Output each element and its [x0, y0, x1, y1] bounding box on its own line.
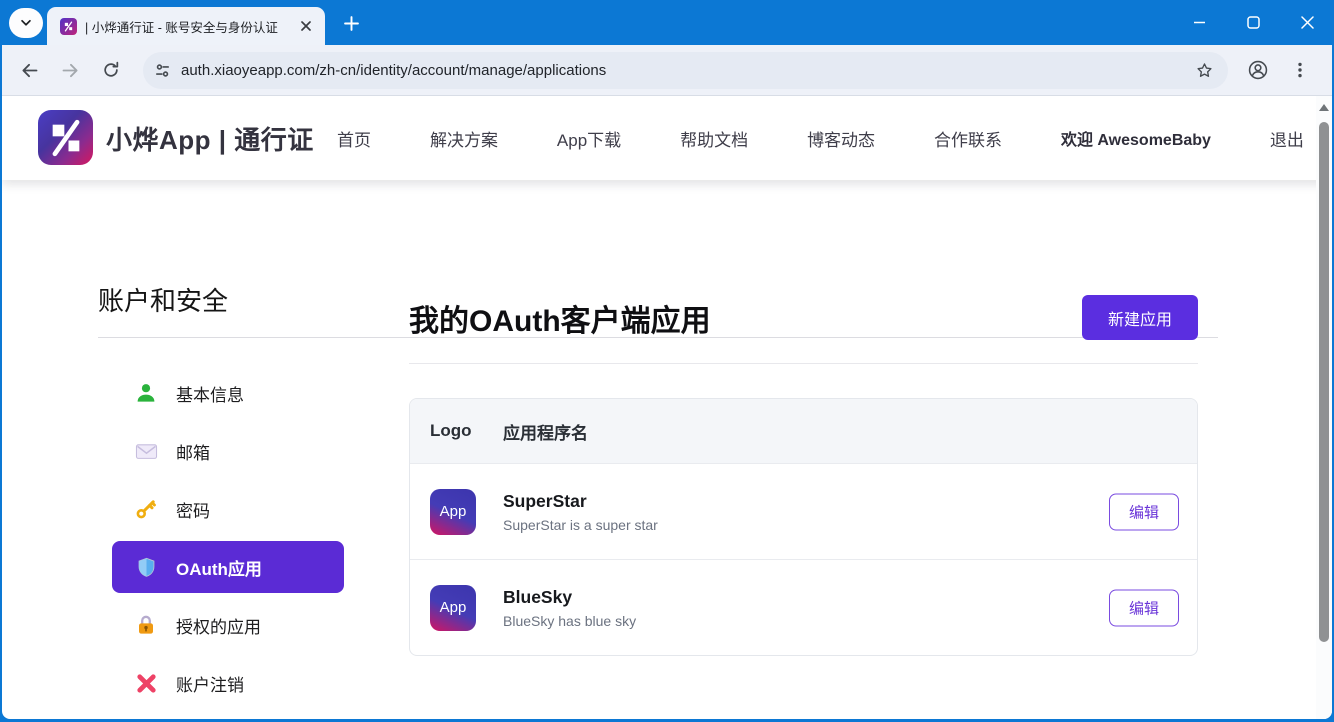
scrollbar-up-arrow-icon[interactable]: [1319, 104, 1329, 111]
sidebar-item-label: OAuth应用: [176, 555, 262, 580]
site-header: 小烨App | 通行证 首页 解决方案 App下载 帮助文档 博客动态 合作联系…: [2, 96, 1332, 180]
sidebar-item-email[interactable]: 邮箱: [112, 425, 344, 477]
new-tab-button[interactable]: [338, 10, 364, 36]
column-header-logo: Logo: [410, 421, 503, 441]
main-divider: [409, 363, 1198, 364]
sidebar-item-label: 密码: [176, 497, 210, 522]
brand-logo-icon[interactable]: [38, 110, 93, 165]
sidebar-item-label: 邮箱: [176, 439, 210, 464]
sidebar-item-delete-account[interactable]: 账户注销: [112, 657, 344, 709]
main-heading: 我的OAuth客户端应用: [409, 296, 711, 340]
lock-icon: [134, 613, 158, 637]
maximize-button[interactable]: [1226, 0, 1280, 45]
nav-solutions[interactable]: 解决方案: [430, 126, 498, 151]
app-logo-icon: App: [430, 585, 476, 631]
browser-tab[interactable]: | 小烨通行证 - 账号安全与身份认证: [47, 7, 325, 45]
chevron-down-icon: [19, 16, 33, 30]
nav-app-download[interactable]: App下载: [557, 126, 621, 151]
nav-help-docs[interactable]: 帮助文档: [680, 126, 748, 151]
browser-window: | 小烨通行证 - 账号安全与身份认证: [0, 0, 1334, 722]
nav-home[interactable]: 首页: [337, 126, 371, 151]
tab-strip: | 小烨通行证 - 账号安全与身份认证: [0, 0, 1334, 45]
forward-button[interactable]: [53, 53, 87, 87]
sidebar-item-label: 基本信息: [176, 381, 244, 406]
profile-icon[interactable]: [1241, 53, 1275, 87]
app-info: SuperStar SuperStar is a super star: [503, 491, 658, 533]
sidebar-item-basic-info[interactable]: 基本信息: [112, 367, 344, 419]
cross-icon: [134, 671, 158, 695]
back-button[interactable]: [12, 53, 46, 87]
brand-name[interactable]: 小烨App | 通行证: [106, 96, 314, 180]
top-navigation: 首页 解决方案 App下载 帮助文档 博客动态 合作联系 欢迎 AwesomeB…: [337, 96, 1304, 180]
site-favicon-icon: [60, 18, 77, 35]
edit-button[interactable]: 编辑: [1109, 493, 1179, 530]
reload-button[interactable]: [94, 53, 128, 87]
logout-link[interactable]: 退出: [1270, 126, 1304, 151]
page-scrollbar[interactable]: [1316, 96, 1332, 719]
person-icon: [134, 381, 158, 405]
sidebar-item-label: 授权的应用: [176, 613, 261, 638]
welcome-user-text: 欢迎 AwesomeBaby: [1061, 126, 1211, 150]
key-icon: [134, 497, 158, 521]
close-window-button[interactable]: [1280, 0, 1334, 45]
app-name: BlueSky: [503, 587, 636, 608]
scrollbar-thumb[interactable]: [1319, 122, 1329, 642]
site-settings-icon[interactable]: [153, 61, 172, 80]
browser-toolbar: auth.xiaoyeapp.com/zh-cn/identity/accoun…: [2, 45, 1332, 96]
page-title: 账户和安全: [98, 281, 228, 318]
edit-button[interactable]: 编辑: [1109, 589, 1179, 626]
app-description: SuperStar is a super star: [503, 517, 658, 533]
address-bar[interactable]: auth.xiaoyeapp.com/zh-cn/identity/accoun…: [143, 52, 1228, 89]
sidebar-item-password[interactable]: 密码: [112, 483, 344, 535]
app-name: SuperStar: [503, 491, 658, 512]
envelope-icon: [134, 439, 158, 463]
new-app-button[interactable]: 新建应用: [1082, 295, 1198, 340]
sidebar-item-oauth-apps[interactable]: OAuth应用: [112, 541, 344, 593]
url-text[interactable]: auth.xiaoyeapp.com/zh-cn/identity/accoun…: [181, 62, 1190, 79]
app-logo-icon: App: [430, 489, 476, 535]
sidebar-item-label: 账户注销: [176, 671, 244, 696]
table-row: App BlueSky BlueSky has blue sky 编辑: [410, 559, 1197, 655]
oauth-app-table: Logo 应用程序名 App SuperStar SuperStar is a …: [409, 398, 1198, 656]
app-info: BlueSky BlueSky has blue sky: [503, 587, 636, 629]
window-controls: [1172, 0, 1334, 45]
page-content: 小烨App | 通行证 首页 解决方案 App下载 帮助文档 博客动态 合作联系…: [2, 96, 1332, 719]
column-header-app-name: 应用程序名: [503, 419, 588, 444]
nav-contact[interactable]: 合作联系: [934, 126, 1002, 151]
minimize-button[interactable]: [1172, 0, 1226, 45]
table-header-row: Logo 应用程序名: [410, 399, 1197, 463]
tab-close-icon[interactable]: [297, 17, 315, 35]
bookmark-star-icon[interactable]: [1190, 56, 1218, 84]
sidebar-item-authorized-apps[interactable]: 授权的应用: [112, 599, 344, 651]
tab-search-button[interactable]: [9, 8, 43, 38]
shield-icon: [134, 555, 158, 579]
tab-title: | 小烨通行证 - 账号安全与身份认证: [85, 17, 297, 36]
account-sidebar: 基本信息 邮箱 密码 OAuth应用: [112, 367, 344, 715]
nav-blog[interactable]: 博客动态: [807, 126, 875, 151]
table-row: App SuperStar SuperStar is a super star …: [410, 463, 1197, 559]
browser-menu-icon[interactable]: [1283, 53, 1317, 87]
app-description: BlueSky has blue sky: [503, 613, 636, 629]
